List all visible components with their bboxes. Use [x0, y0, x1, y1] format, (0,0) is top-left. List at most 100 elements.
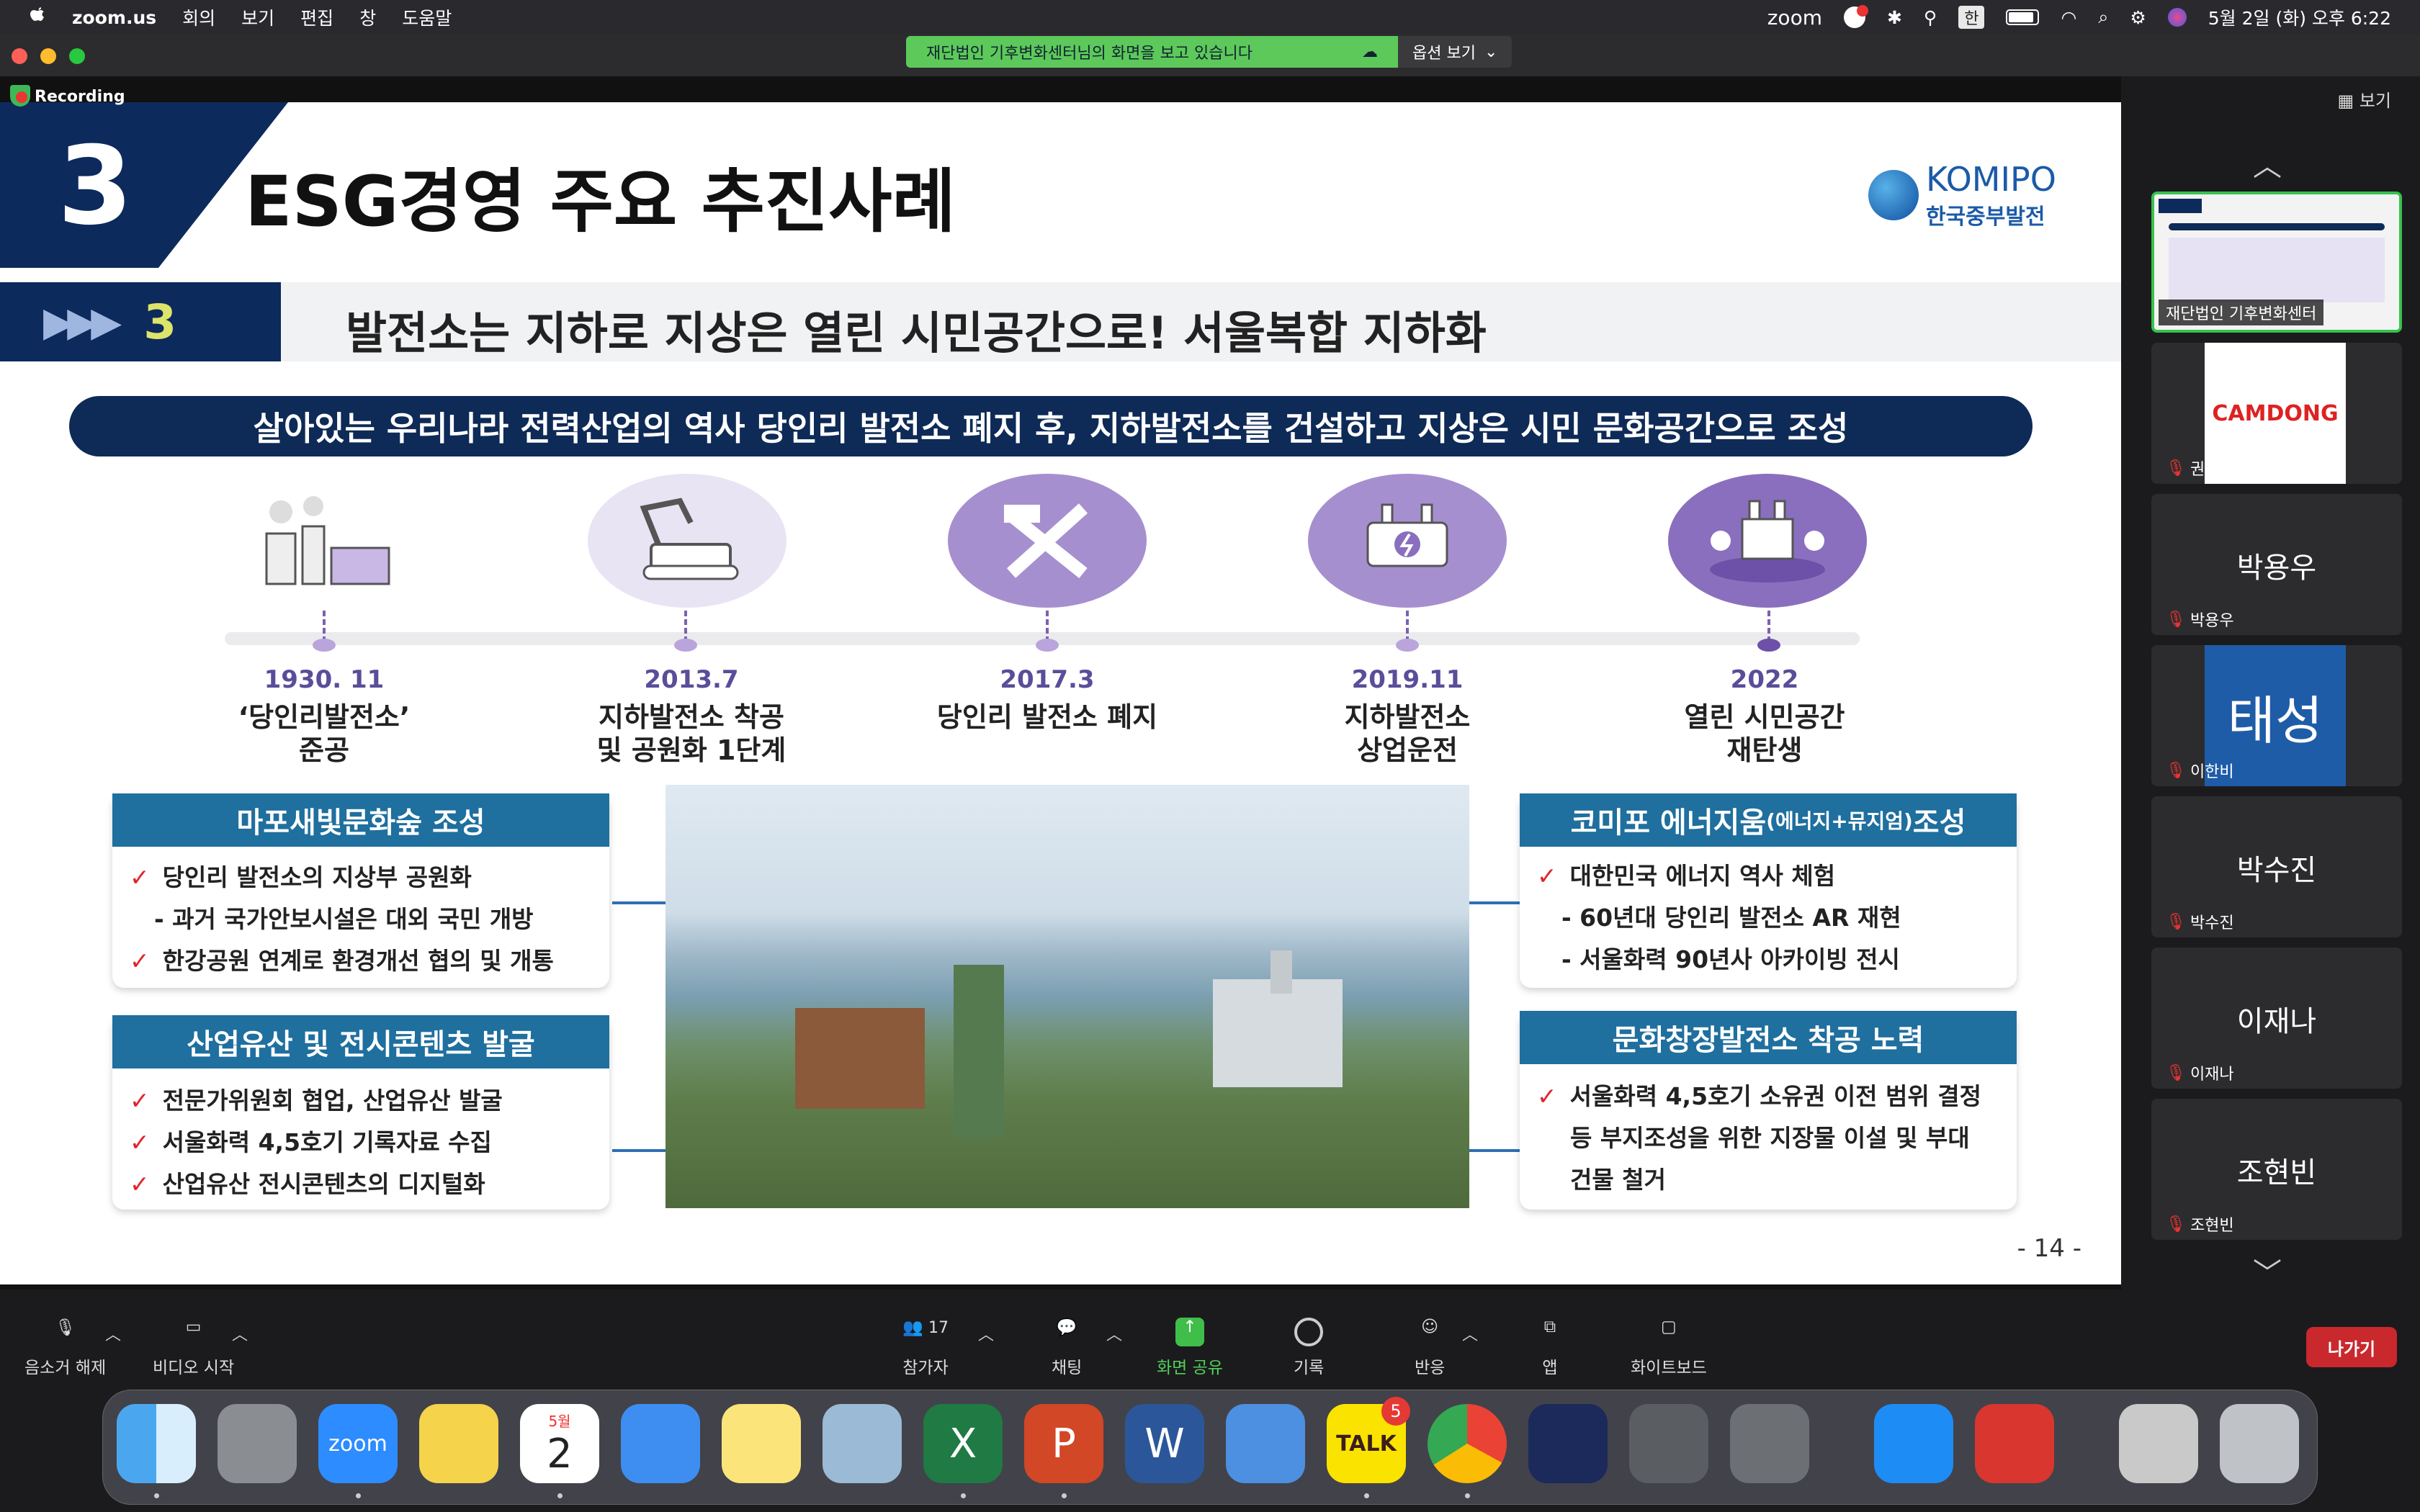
app-store-icon[interactable]	[1874, 1404, 1953, 1483]
video-tile[interactable]: 태성 🎙 이한비	[2151, 645, 2402, 786]
timeline-dash	[323, 611, 326, 642]
video-tile[interactable]: CAMDONG 🎙 권현진	[2151, 343, 2402, 484]
share-screen-button[interactable]: ↑ 화면 공유	[1157, 1318, 1223, 1378]
participant-avatar-text: 태성	[2227, 690, 2323, 751]
timeline-dot	[1757, 639, 1780, 652]
zoom-app-icon[interactable]: zoom	[318, 1404, 398, 1483]
menu-app-name[interactable]: zoom.us	[72, 7, 156, 28]
reactions-button[interactable]: ☺ 반응	[1415, 1318, 1445, 1378]
scroll-down-icon[interactable]: ﹀	[2253, 1250, 2282, 1292]
bluetooth-icon[interactable]: ✱	[1887, 7, 1902, 28]
building-shape	[1213, 979, 1343, 1087]
calendar-day: 2	[547, 1431, 573, 1477]
participants-chevron-icon[interactable]: ︿	[978, 1322, 994, 1345]
record-label: 기록	[1294, 1359, 1325, 1377]
timeline-desc: 열린 시민공간 재탄생	[1613, 701, 1916, 767]
komipo-logo-ko: 한국중부발전	[1925, 204, 2045, 230]
preview-icon[interactable]	[823, 1404, 902, 1483]
record-button[interactable]: 기록	[1294, 1318, 1324, 1378]
layout-icon: ▦	[2337, 91, 2354, 111]
minimize-window-button[interactable]	[40, 48, 56, 64]
timeline-dot	[1396, 639, 1419, 652]
apps-label: 앱	[1542, 1359, 1558, 1377]
video-tile[interactable]: 박용우 🎙 박용우	[2151, 494, 2402, 635]
view-button[interactable]: ▦ 보기	[2338, 86, 2392, 112]
control-center-icon[interactable]: ⚙	[2130, 7, 2146, 28]
chat-chevron-icon[interactable]: ︿	[1106, 1322, 1122, 1345]
menu-view[interactable]: 보기	[241, 4, 274, 30]
video-options-chevron-icon[interactable]: ︿	[232, 1322, 248, 1345]
video-tile-sharer[interactable]: 재단법인 기후변화센터	[2151, 192, 2402, 333]
timeline-desc: 지하발전소 상업운전	[1256, 701, 1559, 767]
hancom-icon[interactable]	[1226, 1404, 1305, 1483]
ear-icon[interactable]: ⚲	[1924, 7, 1937, 28]
whale-browser-icon[interactable]	[1528, 1404, 1608, 1483]
timeline-dot	[313, 639, 336, 652]
running-indicator	[356, 1493, 361, 1498]
scroll-up-icon[interactable]: ︿	[2253, 143, 2282, 184]
excel-icon[interactable]: X	[923, 1404, 1003, 1483]
search-icon[interactable]: ⌕	[2098, 6, 2108, 28]
video-tile[interactable]: 조현빈 🎙 조현빈	[2151, 1099, 2402, 1240]
check-icon: ✓	[1537, 862, 1557, 890]
downloads-stack-icon[interactable]	[2119, 1404, 2198, 1483]
zoom-window-button[interactable]	[69, 48, 85, 64]
participant-display-name: 이재나	[2236, 1005, 2317, 1038]
menu-help[interactable]: 도움말	[402, 4, 452, 30]
timeline-desc: 지하발전소 착공 및 공원화 1단계	[540, 701, 843, 767]
info-line: ✓ 서울화력 4,5호기 기록자료 수집	[130, 1123, 492, 1158]
apple-icon[interactable]	[29, 5, 46, 30]
zoom-status-label[interactable]: zoom	[1767, 6, 1822, 30]
word-icon[interactable]: W	[1125, 1404, 1204, 1483]
start-video-button[interactable]: ▭ 비디오 시작	[153, 1318, 234, 1378]
info-box-energium-head-tail: 조성	[1912, 806, 1966, 840]
video-tile[interactable]: 이재나 🎙 이재나	[2151, 948, 2402, 1089]
section-bar: ▶▶▶ 3 발전소는 지하로 지상은 열린 시민공간으로! 서울복합 지하화	[0, 282, 2121, 361]
timeline-desc-line: 준공	[299, 734, 349, 766]
leave-button[interactable]: 나가기	[2306, 1327, 2397, 1367]
thumbnail-banner	[2169, 223, 2385, 230]
park-icon	[1668, 474, 1867, 608]
audio-options-chevron-icon[interactable]: ︿	[105, 1322, 121, 1345]
menu-datetime[interactable]: 5월 2일 (화) 오후 6:22	[2208, 4, 2391, 30]
screenshot-icon[interactable]	[1629, 1404, 1708, 1483]
finder-icon[interactable]	[117, 1404, 196, 1483]
info-line: ✓ 서울화력 4,5호기 소유권 이전 범위 결정	[1537, 1077, 1981, 1112]
battery-icon[interactable]	[2006, 9, 2040, 25]
muted-mic-icon: 🎙	[2166, 912, 2186, 931]
input-source-indicator[interactable]: 한	[1958, 6, 1985, 29]
powerpoint-icon[interactable]: P	[1024, 1404, 1103, 1483]
wifi-icon[interactable]: ◠	[2061, 7, 2076, 28]
mail-icon[interactable]	[621, 1404, 700, 1483]
muted-mic-icon: 🎙	[2166, 459, 2186, 477]
unmute-button[interactable]: 🎙 음소거 해제	[24, 1318, 106, 1378]
stickies-icon[interactable]	[419, 1404, 498, 1483]
menu-window[interactable]: 창	[359, 4, 376, 30]
calendar-icon[interactable]: 5월 2	[520, 1404, 599, 1483]
chrome-icon[interactable]	[1428, 1404, 1507, 1483]
menu-meeting[interactable]: 회의	[182, 4, 215, 30]
system-settings-icon[interactable]	[218, 1404, 297, 1483]
trash-icon[interactable]	[2220, 1404, 2299, 1483]
menu-edit[interactable]: 편집	[300, 4, 333, 30]
cloud-icon: ☁	[1362, 42, 1378, 61]
recording-indicator[interactable]: Recording	[16, 88, 125, 106]
timeline-desc-line: 지하발전소 착공	[599, 701, 784, 733]
whiteboard-button[interactable]: ▢ 화이트보드	[1631, 1318, 1707, 1378]
recording-status-icon[interactable]	[1843, 5, 1868, 28]
launchpad-icon[interactable]	[1730, 1404, 1809, 1483]
video-tile[interactable]: 박수진 🎙 박수진	[2151, 796, 2402, 937]
apps-button[interactable]: ⧉ 앱	[1536, 1318, 1564, 1378]
participants-button[interactable]: 👥 17 참가자	[893, 1318, 958, 1378]
close-window-button[interactable]	[12, 48, 27, 64]
info-line-text: 서울화력 4,5호기 소유권 이전 범위 결정	[1569, 1082, 1981, 1110]
notes-icon[interactable]	[722, 1404, 801, 1483]
chat-button[interactable]: 💬 채팅	[1052, 1318, 1082, 1378]
photo-booth-icon[interactable]	[1975, 1404, 2054, 1483]
siri-icon[interactable]	[2167, 8, 2187, 27]
menu-bar: zoom.us 회의 보기 편집 창 도움말 zoom ✱ ⚲ 한 ◠ ⌕ ⚙ …	[0, 0, 2420, 35]
view-options-button[interactable]: 옵션 보기 ⌄	[1398, 36, 1512, 68]
reactions-chevron-icon[interactable]: ︿	[1462, 1322, 1478, 1345]
participant-label: 🎙 조현빈	[2166, 1212, 2234, 1236]
info-box-energium-head: 코미포 에너지움 (에너지+뮤지엄) 조성	[1520, 793, 2017, 847]
